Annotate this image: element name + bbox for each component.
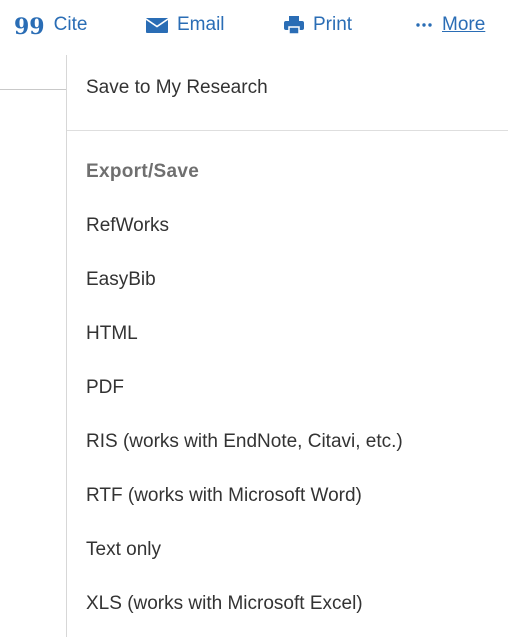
printer-icon (284, 16, 304, 34)
cite-label: Cite (53, 14, 88, 35)
email-label: Email (177, 14, 225, 35)
export-item-easybib[interactable]: EasyBib (86, 269, 156, 291)
export-item-pdf[interactable]: PDF (86, 377, 124, 399)
cite-button[interactable]: 99 Cite (14, 12, 87, 38)
export-item-ris[interactable]: RIS (works with EndNote, Citavi, etc.) (86, 431, 403, 453)
email-button[interactable]: Email (146, 12, 225, 38)
save-to-my-research-item[interactable]: Save to My Research (86, 77, 268, 99)
export-save-heading: Export/Save (86, 161, 200, 182)
ellipsis-icon (416, 23, 432, 27)
export-item-refworks[interactable]: RefWorks (86, 215, 169, 237)
quote-icon: 99 (14, 14, 45, 40)
page-divider (0, 89, 66, 90)
more-dropdown-menu: Save to My Research Export/Save RefWorks… (66, 55, 508, 637)
more-label: More (442, 14, 486, 35)
export-item-text-only[interactable]: Text only (86, 539, 161, 561)
export-item-rtf[interactable]: RTF (works with Microsoft Word) (86, 485, 362, 507)
export-item-html[interactable]: HTML (86, 323, 138, 345)
more-button[interactable]: More (416, 12, 485, 38)
print-label: Print (313, 14, 353, 35)
envelope-icon (146, 17, 168, 33)
menu-divider (67, 130, 508, 131)
export-item-xls[interactable]: XLS (works with Microsoft Excel) (86, 593, 363, 615)
print-button[interactable]: Print (284, 12, 352, 38)
action-toolbar: 99 Cite Email Print More (0, 0, 508, 50)
